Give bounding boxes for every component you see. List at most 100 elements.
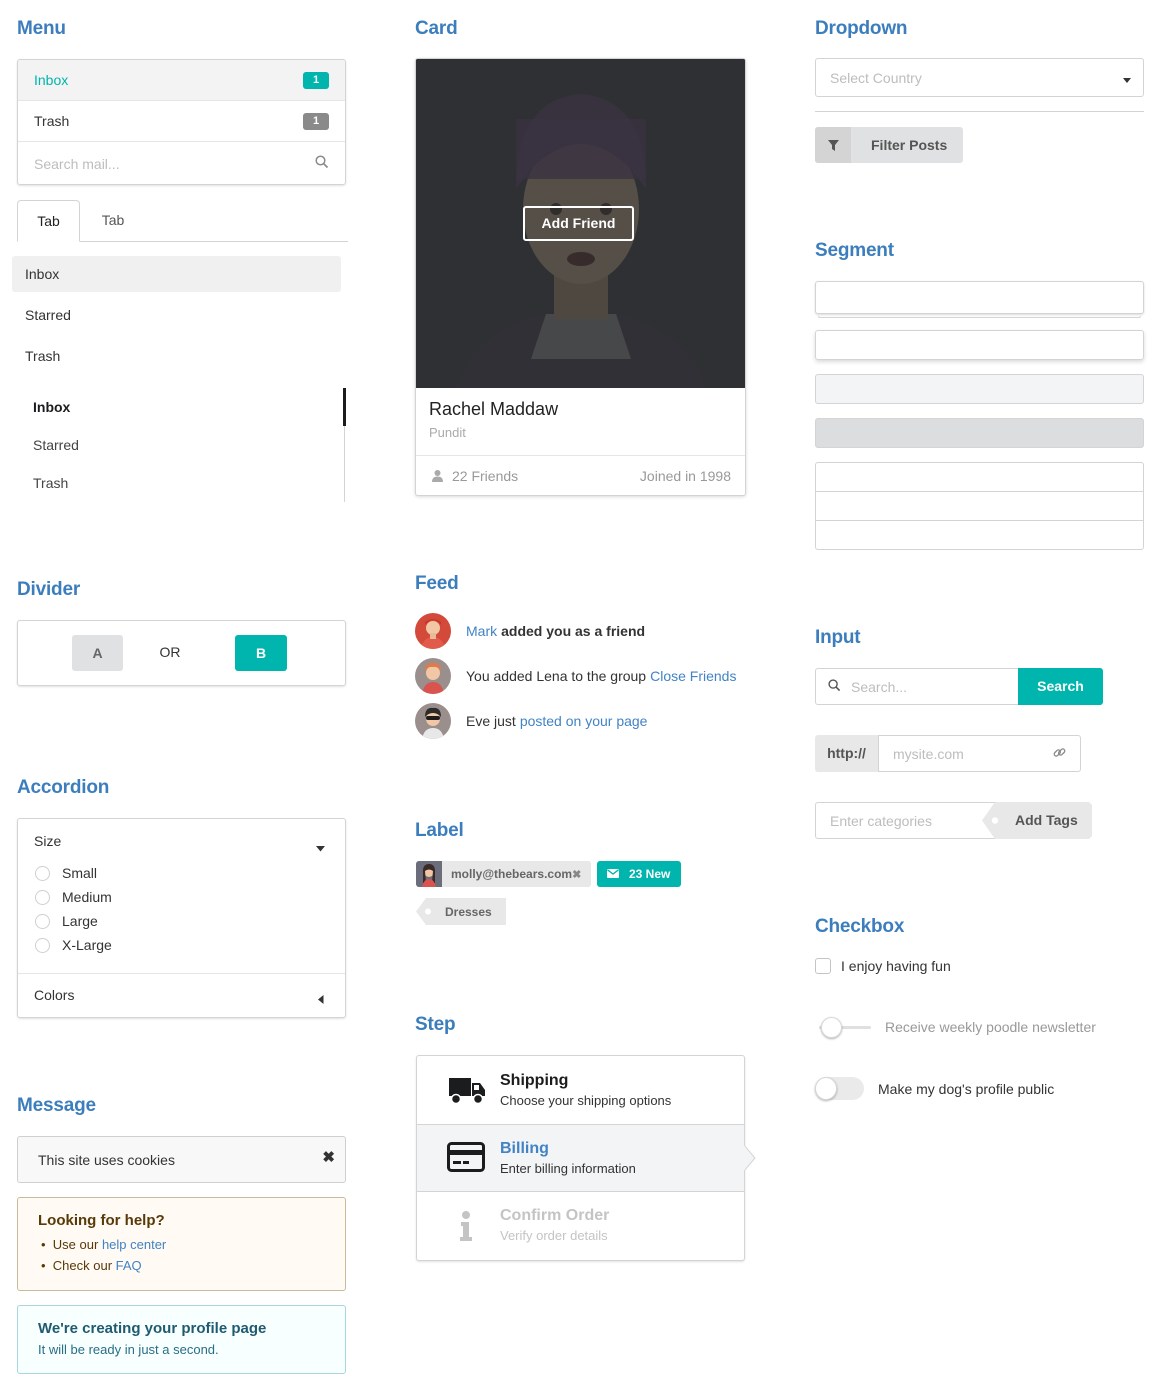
add-friend-button[interactable]: Add Friend [523,206,634,241]
horizontal-divider [815,111,1144,112]
vertical-tab-starred[interactable]: Starred [17,426,346,464]
toggle-handle[interactable] [815,1077,837,1100]
vertical-menu-item-starred[interactable]: Starred [12,297,341,333]
vertical-tab-trash[interactable]: Trash [17,464,346,502]
post-link[interactable]: posted on your page [520,713,648,729]
segment-stacked-edge [818,316,1141,318]
a-button[interactable]: A [72,635,123,671]
step-shipping[interactable]: Shipping Choose your shipping options [417,1056,744,1124]
tab-bar: Tab Tab [17,200,348,242]
new-mail-label[interactable]: 23 New [597,861,681,887]
delete-icon[interactable]: ✖ [572,868,581,881]
feed-user-link[interactable]: Mark [466,623,497,639]
radio-button[interactable] [35,865,50,881]
public-profile-toggle[interactable]: Make my dog's profile public [815,1077,1054,1101]
avatar [415,613,451,649]
mail-search-input[interactable]: Search mail... [18,142,345,184]
mail-search-placeholder: Search mail... [34,155,120,172]
or-divider: OR [159,644,181,660]
menu-item-trash[interactable]: Trash 1 [18,101,345,142]
tab-second[interactable]: Tab [83,200,143,242]
divider-heading: Divider [17,579,81,600]
newsletter-slider[interactable]: Receive weekly poodle newsletter [815,1016,1096,1038]
filter-posts-label: Filter Posts [871,137,948,153]
friend-count[interactable]: 22 Friends [452,468,518,484]
accordion-separator [18,973,345,974]
feed-summary: Eve just [466,713,516,729]
size-option-medium[interactable]: Medium [35,888,112,906]
radio-button[interactable] [35,913,50,929]
slider-label: Receive weekly poodle newsletter [885,1019,1096,1035]
caret-down-icon[interactable] [316,839,325,855]
step-confirm-order: Confirm Order Verify order details [417,1192,744,1260]
new-mail-count: 23 New [629,867,671,881]
help-message: Looking for help? • Use our help center … [17,1197,346,1291]
size-option-small[interactable]: Small [35,864,97,882]
help-message-title: Looking for help? [38,1212,165,1229]
toggle-label: Make my dog's profile public [878,1081,1055,1097]
segment-separator [816,491,1143,492]
step-title: Billing [500,1140,549,1157]
inbox-count-badge: 1 [303,71,329,89]
toggle-switch[interactable] [815,1077,865,1101]
joined-date: Joined in 1998 [639,468,731,484]
filter-posts-button[interactable]: Filter Posts [815,127,963,163]
help-item-text: Use our [52,1237,99,1252]
tab-first[interactable]: Tab [17,200,80,242]
feed-event: Mark added you as a friend [415,613,645,649]
add-tags-label: Add Tags [1015,812,1078,828]
size-option-large[interactable]: Large [35,912,98,930]
trash-count-badge: 1 [303,112,329,130]
mail-icon [607,867,619,881]
accordion: Size Small Medium Large X-Large Colors [17,818,346,1018]
slider-handle[interactable] [821,1017,842,1038]
input-heading: Input [815,627,861,648]
vertical-tab-inbox[interactable]: Inbox [17,388,346,426]
radio-label: Medium [62,889,112,905]
close-friends-link[interactable]: Close Friends [650,668,736,684]
search-button[interactable]: Search [1018,668,1103,705]
categories-placeholder: Enter categories [830,812,932,829]
info-message-text: It will be ready in just a second. [38,1342,219,1357]
faq-link[interactable]: FAQ [116,1258,142,1273]
radio-button[interactable] [35,889,50,905]
search-icon [315,155,329,172]
tag-label[interactable]: Dresses [416,898,506,925]
cookie-message-text: This site uses cookies [38,1151,175,1168]
search-input[interactable]: Search... [815,668,1018,705]
email-label-text: molly@thebears.com [451,867,573,881]
close-icon[interactable]: ✖ [322,1148,335,1166]
email-label[interactable]: molly@thebears.com ✖ [416,861,591,887]
avatar [416,861,442,887]
card-name: Rachel Maddaw [429,399,559,419]
card-role: Pundit [429,425,466,440]
url-input[interactable]: mysite.com [878,735,1081,772]
vertical-menu-item-inbox[interactable]: Inbox [12,256,341,292]
caret-left-icon[interactable] [318,991,324,1007]
truck-icon [449,1075,485,1108]
menu-heading: Menu [17,18,66,39]
menu-item-inbox[interactable]: Inbox 1 [18,60,345,101]
label-heading: Label [415,820,464,841]
profile-card: Add Friend Rachel Maddaw Pundit 22 Frien… [415,58,746,496]
radio-button[interactable] [35,937,50,953]
b-button[interactable]: B [235,635,287,671]
size-option-x-large[interactable]: X-Large [35,936,112,954]
checkbox-box[interactable] [815,958,831,974]
slider-track[interactable] [815,1016,871,1038]
feed-summary: You added Lena to the group [466,668,647,684]
accordion-title-size[interactable]: Size [34,833,61,849]
cookie-message: This site uses cookies ✖ [17,1136,346,1183]
fun-checkbox[interactable]: I enjoy having fun [815,958,951,974]
info-icon [459,1211,473,1244]
help-center-link[interactable]: help center [102,1237,166,1252]
accordion-title-colors[interactable]: Colors [34,987,74,1003]
link-icon [1053,746,1066,762]
step-billing[interactable]: Billing Enter billing information [417,1124,744,1192]
checkbox-heading: Checkbox [815,916,905,937]
country-select[interactable]: Select Country [815,58,1144,97]
feed-event: You added Lena to the group Close Friend… [415,658,736,694]
categories-input[interactable]: Enter categories [815,802,1005,839]
add-tags-button[interactable]: Add Tags [982,802,1092,839]
vertical-menu-item-trash[interactable]: Trash [12,338,341,374]
